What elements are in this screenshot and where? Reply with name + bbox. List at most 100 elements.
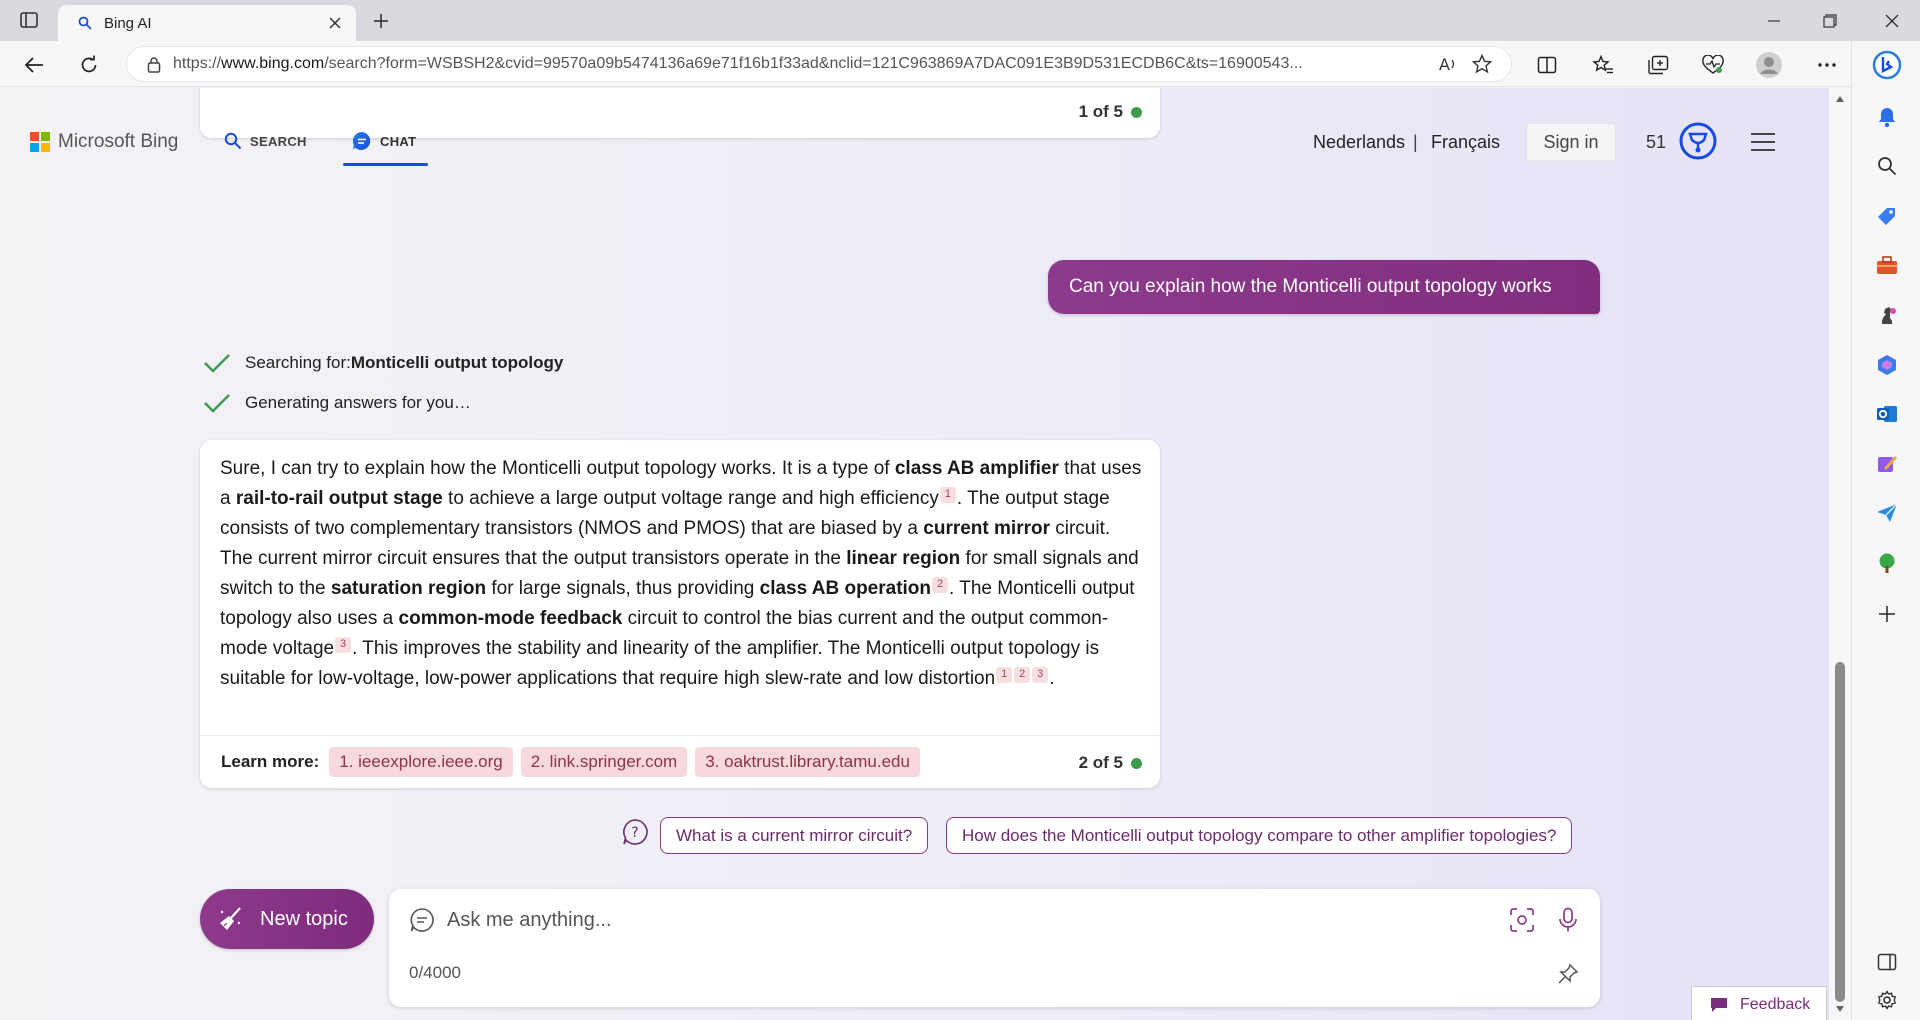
check-icon bbox=[203, 391, 233, 415]
sign-in-button[interactable]: Sign in bbox=[1526, 123, 1616, 161]
citation[interactable]: 3 bbox=[1032, 666, 1049, 683]
minimize-icon[interactable] bbox=[1746, 0, 1802, 41]
window-icon[interactable] bbox=[16, 9, 42, 31]
search-query: Monticelli output topology bbox=[350, 353, 564, 372]
scroll-down-icon[interactable] bbox=[1833, 1002, 1847, 1016]
bing-chat-page: Microsoft Bing SEARCH CHAT Nederlands | … bbox=[0, 88, 1829, 1020]
suggestion-chip[interactable]: What is a current mirror circuit? bbox=[660, 817, 929, 854]
nav-search[interactable]: SEARCH bbox=[224, 128, 307, 154]
brand-name: Microsoft Bing bbox=[58, 131, 179, 152]
suggestion-chip[interactable]: How does the Monticelli output topology … bbox=[946, 817, 1573, 854]
question-icon[interactable]: ? bbox=[620, 817, 650, 847]
search-icon[interactable] bbox=[1869, 148, 1905, 184]
tree-icon[interactable] bbox=[1869, 545, 1905, 581]
language-francais[interactable]: Français bbox=[1431, 132, 1500, 153]
scroll-up-icon[interactable] bbox=[1833, 92, 1847, 106]
chat-composer: 0/4000 bbox=[389, 889, 1600, 1007]
plus-icon[interactable] bbox=[366, 6, 396, 36]
bing-chat-icon[interactable] bbox=[1869, 47, 1905, 83]
read-aloud-icon[interactable]: A bbox=[1431, 47, 1465, 81]
citation[interactable]: 3 bbox=[335, 636, 352, 653]
menu-icon[interactable] bbox=[1748, 129, 1778, 155]
refresh-icon[interactable] bbox=[72, 48, 106, 82]
back-icon[interactable] bbox=[17, 48, 51, 82]
edge-sidebar bbox=[1851, 41, 1920, 1020]
citation[interactable]: 1 bbox=[939, 486, 956, 503]
status-searching: Searching for: Monticelli output topolog… bbox=[203, 351, 563, 375]
visual-search-icon[interactable] bbox=[1505, 903, 1539, 937]
user-message: Can you explain how the Monticelli outpu… bbox=[1048, 260, 1600, 314]
character-count: 0/4000 bbox=[409, 963, 461, 982]
tab-title: Bing AI bbox=[104, 14, 152, 32]
more-icon[interactable] bbox=[1810, 48, 1844, 82]
nav-chat[interactable]: CHAT bbox=[352, 128, 416, 154]
citation[interactable]: 2 bbox=[932, 576, 949, 593]
answer-text: Sure, I can try to explain how the Monti… bbox=[220, 458, 1142, 689]
citation[interactable]: 2 bbox=[1014, 666, 1031, 683]
tag-icon[interactable] bbox=[1869, 198, 1905, 234]
microsoft-bing-logo[interactable]: Microsoft Bing bbox=[30, 131, 178, 153]
response-counter: 2 of 5 bbox=[1079, 753, 1142, 773]
lock-icon[interactable] bbox=[145, 56, 163, 73]
collections-icon[interactable] bbox=[1641, 48, 1675, 82]
new-topic-label: New topic bbox=[260, 907, 348, 930]
office-icon[interactable] bbox=[1869, 347, 1905, 383]
bell-icon[interactable] bbox=[1869, 99, 1905, 135]
send-icon[interactable] bbox=[1869, 495, 1905, 531]
title-bar: Bing AI bbox=[0, 0, 1920, 41]
search-icon bbox=[76, 14, 94, 32]
feedback-button[interactable]: Feedback bbox=[1691, 986, 1827, 1020]
mic-icon[interactable] bbox=[1551, 903, 1585, 937]
close-icon[interactable] bbox=[1864, 0, 1920, 41]
scrollbar-thumb[interactable] bbox=[1835, 662, 1845, 1002]
broom-icon bbox=[216, 904, 246, 934]
svg-text:?: ? bbox=[631, 825, 638, 841]
favorites-icon[interactable] bbox=[1586, 48, 1620, 82]
chat-input[interactable] bbox=[447, 903, 1477, 937]
bing-header: Microsoft Bing SEARCH CHAT Nederlands | … bbox=[0, 88, 1829, 168]
status-dot bbox=[1131, 757, 1142, 769]
performance-icon[interactable] bbox=[1696, 48, 1730, 82]
source-link[interactable]: 1. ieeexplore.ieee.org bbox=[329, 747, 513, 777]
nav-search-label: SEARCH bbox=[250, 133, 307, 149]
nav-chat-label: CHAT bbox=[380, 133, 417, 149]
pin-icon[interactable] bbox=[1553, 959, 1583, 989]
active-tab-indicator bbox=[343, 163, 428, 166]
rewards-points[interactable]: 51 bbox=[1646, 132, 1666, 153]
rewards-icon[interactable] bbox=[1678, 121, 1718, 161]
page-scrollbar[interactable] bbox=[1829, 88, 1851, 1020]
browser-tab[interactable]: Bing AI bbox=[58, 5, 356, 41]
sidebar-toggle-icon[interactable] bbox=[1869, 944, 1905, 980]
status-generating: Generating answers for you… bbox=[203, 391, 471, 415]
chess-icon[interactable] bbox=[1869, 297, 1905, 333]
check-icon bbox=[203, 351, 233, 375]
designer-icon[interactable] bbox=[1869, 446, 1905, 482]
language-nederlands[interactable]: Nederlands bbox=[1313, 132, 1405, 153]
toolbox-icon[interactable] bbox=[1869, 247, 1905, 283]
url-text: https://www.bing.com/search?form=WSBSH2&… bbox=[173, 55, 1303, 72]
new-topic-button[interactable]: New topic bbox=[200, 889, 374, 949]
search-icon bbox=[224, 132, 242, 150]
feedback-icon bbox=[1710, 996, 1730, 1014]
outlook-icon[interactable] bbox=[1869, 396, 1905, 432]
bing-chat-icon bbox=[352, 131, 371, 150]
chat-icon bbox=[407, 905, 437, 935]
close-icon[interactable] bbox=[320, 8, 350, 38]
browser-toolbar: https://www.bing.com/search?form=WSBSH2&… bbox=[0, 41, 1920, 87]
source-link[interactable]: 3. oaktrust.library.tamu.edu bbox=[695, 747, 920, 777]
answer-card: Sure, I can try to explain how the Monti… bbox=[200, 440, 1160, 788]
settings-icon[interactable] bbox=[1869, 982, 1905, 1018]
star-icon[interactable] bbox=[1465, 47, 1499, 81]
split-screen-icon[interactable] bbox=[1530, 48, 1564, 82]
address-bar[interactable]: https://www.bing.com/search?form=WSBSH2&… bbox=[126, 46, 1512, 82]
source-link[interactable]: 2. link.springer.com bbox=[520, 747, 688, 777]
learn-more-label: Learn more: bbox=[221, 752, 320, 771]
plus-icon[interactable] bbox=[1869, 596, 1905, 632]
maximize-icon[interactable] bbox=[1802, 0, 1858, 41]
learn-more-row: Learn more: 1. ieeexplore.ieee.org 2. li… bbox=[200, 735, 1160, 788]
language-separator: | bbox=[1413, 132, 1418, 152]
svg-text:A: A bbox=[1439, 55, 1450, 73]
citation[interactable]: 1 bbox=[996, 666, 1013, 683]
profile-icon[interactable] bbox=[1752, 48, 1786, 82]
microsoft-logo-icon bbox=[30, 132, 50, 152]
